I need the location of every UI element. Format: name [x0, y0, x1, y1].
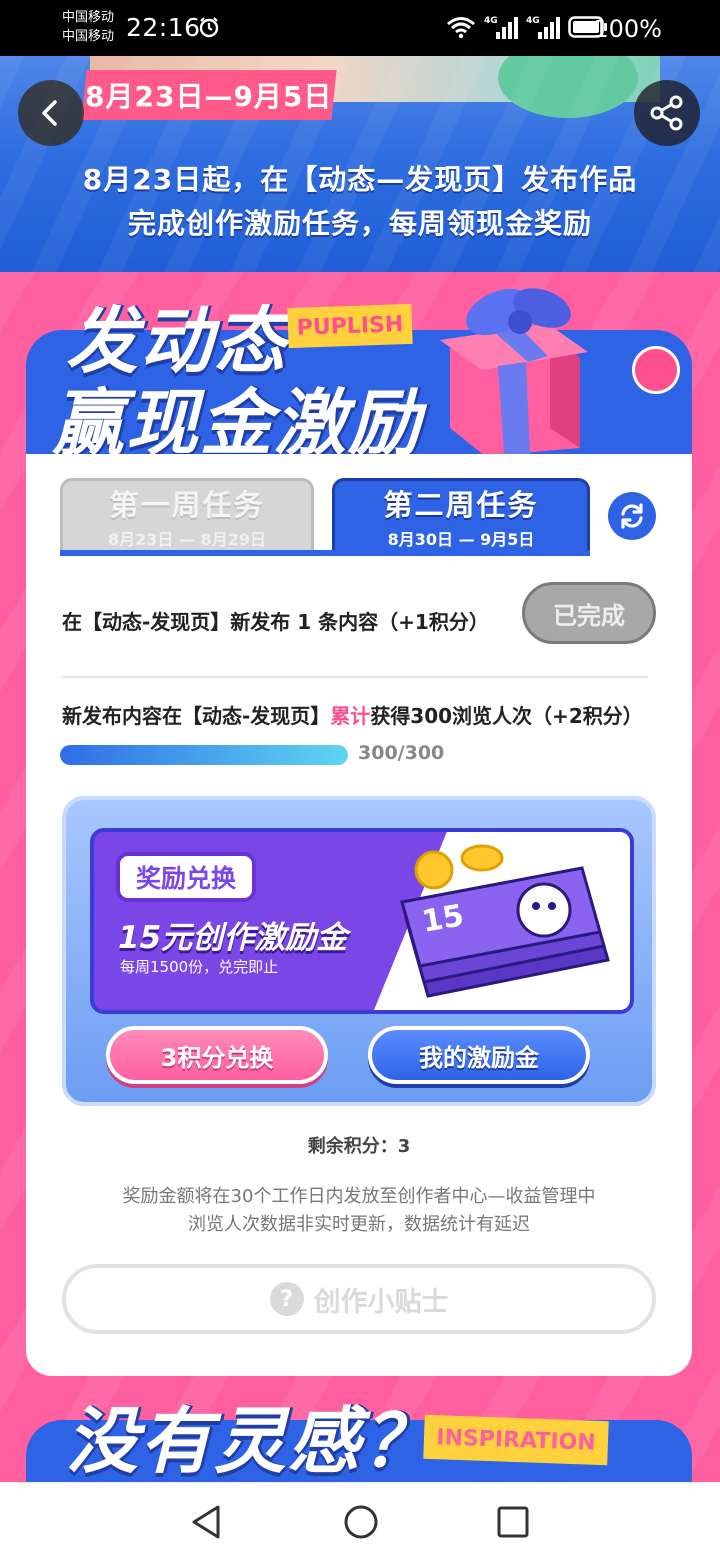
task-2-suffix: 获得300浏览人次（+2积分）	[370, 704, 643, 728]
tab-week-2-dates: 8月30日 — 9月5日	[387, 529, 535, 549]
activity-section: 发动态 PUPLISH 赢现金激励 第一周任务 8月23日 — 8月29日 第二…	[0, 272, 720, 1482]
tab-underline	[60, 550, 590, 556]
task-card: 第一周任务 8月23日 — 8月29日 第二周任务 8月30日 — 9月5日 在…	[26, 454, 692, 1376]
cash-label: 15	[419, 898, 466, 940]
clock: 22:16	[126, 13, 201, 42]
carrier-labels: 中国移动 中国移动	[62, 8, 114, 46]
svg-text:4G: 4G	[526, 16, 540, 26]
reward-exchange-label: 奖励兑换	[116, 852, 256, 902]
task-1-text: 在【动态-发现页】新发布 1 条内容（+1积分）	[62, 610, 489, 634]
tab-week-2-title: 第二周任务	[383, 487, 539, 522]
task-2-progress-bar	[60, 745, 348, 765]
question-icon: ?	[269, 1282, 304, 1316]
reward-note: 每周1500份，兑完即止	[120, 958, 279, 976]
data-delay-note: 浏览人次数据非实时更新，数据统计有延迟	[188, 1214, 530, 1235]
tab-week-1-title: 第一周任务	[109, 487, 265, 522]
chevron-left-icon	[42, 100, 57, 126]
task-2-text: 新发布内容在【动态-发现页】累计获得300浏览人次（+2积分）	[62, 700, 643, 729]
reward-card: 奖励兑换 15元创作激励金 每周1500份，兑完即止 15	[90, 828, 634, 1014]
reward-name: 15元创作激励金	[118, 920, 348, 956]
hero-line-1: 8月23日起，在【动态—发现页】发布作品	[82, 163, 638, 196]
inspiration-tag: INSPIRATION	[423, 1414, 609, 1466]
status-bar: 中国移动 中国移动 22:16 4G 4G 100%	[0, 0, 720, 56]
payout-note: 奖励金额将在30个工作日内发放至创作者中心—收益管理中	[122, 1186, 596, 1207]
task-2-highlight: 累计	[330, 704, 371, 728]
signal-4g-icon: 4G	[526, 16, 560, 39]
carrier-2: 中国移动	[62, 29, 115, 44]
creation-tips-button[interactable]: ? 创作小贴士	[62, 1264, 656, 1334]
task-2-progress-fill	[60, 745, 348, 765]
nav-recents-icon[interactable]	[496, 1505, 530, 1539]
nav-home-icon[interactable]	[342, 1503, 380, 1541]
share-icon	[650, 95, 683, 131]
remaining-points: 剩余积分：3	[307, 1136, 411, 1157]
divider	[62, 676, 648, 678]
share-button[interactable]	[634, 80, 700, 146]
gift-box-icon	[440, 288, 588, 456]
cash-stack-icon: 15	[400, 844, 610, 998]
svg-text:4G: 4G	[484, 16, 498, 26]
task-1-completed-button[interactable]: 已完成	[522, 582, 656, 644]
signal-4g-icon: 4G	[484, 16, 518, 39]
hero-line-2: 完成创作激励任务，每周领现金奖励	[127, 207, 592, 240]
alarm-icon	[199, 17, 219, 38]
exchange-button[interactable]: 3积分兑换	[106, 1026, 328, 1084]
refresh-button[interactable]	[608, 492, 656, 540]
my-reward-button[interactable]: 我的激励金	[368, 1026, 590, 1084]
nav-back-icon[interactable]	[188, 1503, 226, 1541]
creation-tips-label: 创作小贴士	[313, 1286, 449, 1318]
inspiration-title: 没有灵感？	[66, 1399, 437, 1482]
tab-week-1-dates: 8月23日 — 8月29日	[108, 529, 266, 549]
battery-percent: 100%	[593, 15, 662, 43]
banner-dot	[632, 346, 680, 394]
back-button[interactable]	[18, 80, 84, 146]
event-date-badge: 8月23日—9月5日	[81, 70, 337, 120]
reward-panel: 奖励兑换 15元创作激励金 每周1500份，兑完即止 15 3积分兑换 我的激励…	[62, 796, 656, 1106]
carrier-1: 中国移动	[62, 10, 115, 25]
task-2-prefix: 新发布内容在【动态-发现页】	[62, 704, 331, 728]
refresh-icon	[621, 503, 643, 529]
tab-week-1[interactable]: 第一周任务 8月23日 — 8月29日	[60, 478, 314, 550]
status-icons: 4G 4G	[446, 14, 608, 40]
wifi-icon	[447, 17, 475, 39]
system-nav-bar	[0, 1482, 720, 1561]
task-2-progress-text: 300/300	[358, 742, 445, 764]
hero-banner: 8月23日—9月5日 8月23日起，在【动态—发现页】发布作品 完成创作激励任务…	[0, 56, 720, 272]
banner-tag: PUPLISH	[287, 303, 413, 349]
tab-week-2[interactable]: 第二周任务 8月30日 — 9月5日	[332, 478, 590, 550]
